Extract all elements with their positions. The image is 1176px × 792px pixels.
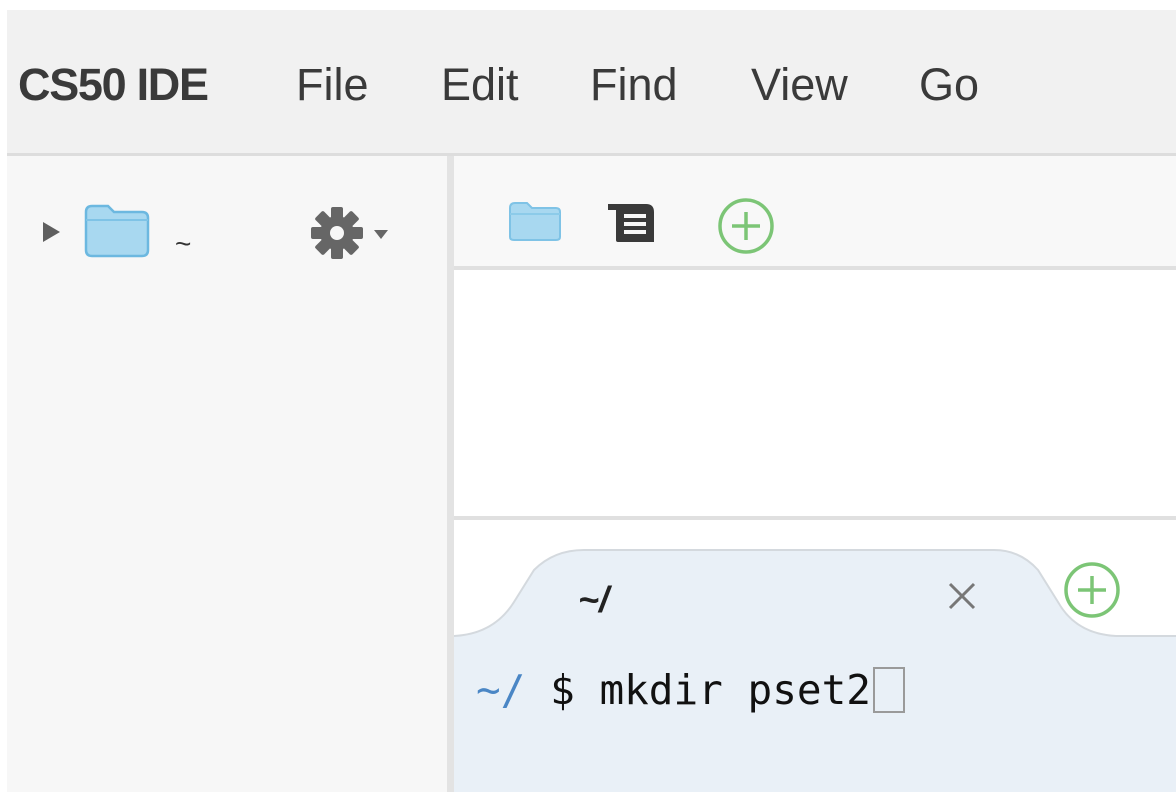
caret-down-icon[interactable] [373,228,389,240]
terminal-command: mkdir pset2 [599,666,871,714]
folder-icon[interactable] [508,200,562,242]
terminal-body[interactable]: ~/ $ mkdir pset2 [454,640,1176,792]
panel-divider[interactable] [447,156,454,792]
menu-go[interactable]: Go [919,62,979,108]
menu-bar: CS50 IDE File Edit Find View Go [7,10,1176,156]
menu-view[interactable]: View [751,62,848,108]
menu-file[interactable]: File [296,62,369,108]
close-icon[interactable] [946,580,978,612]
editor-area[interactable] [454,274,1176,520]
plus-circle-icon[interactable] [716,196,776,256]
prompt-path: ~/ [476,666,526,714]
tree-root-label[interactable]: ~ [175,230,191,258]
prompt-symbol: $ [550,666,575,714]
terminal-tab-title[interactable]: ~/ [578,582,609,618]
triangle-right-icon[interactable] [40,220,62,244]
menu-edit[interactable]: Edit [441,62,519,108]
file-tree-panel: ~ [7,156,447,792]
text-cursor [872,667,905,713]
menu-find[interactable]: Find [590,62,678,108]
app-brand: CS50 IDE [18,59,209,110]
editor-toolbar [454,156,1176,270]
file-list-icon[interactable] [606,200,660,246]
plus-circle-icon[interactable] [1062,560,1122,620]
folder-icon[interactable] [82,202,150,258]
gear-icon[interactable] [308,204,366,262]
terminal-command-line: ~/ $ mkdir pset2 [476,666,905,714]
terminal-tab-bar: ~/ [454,524,1176,640]
